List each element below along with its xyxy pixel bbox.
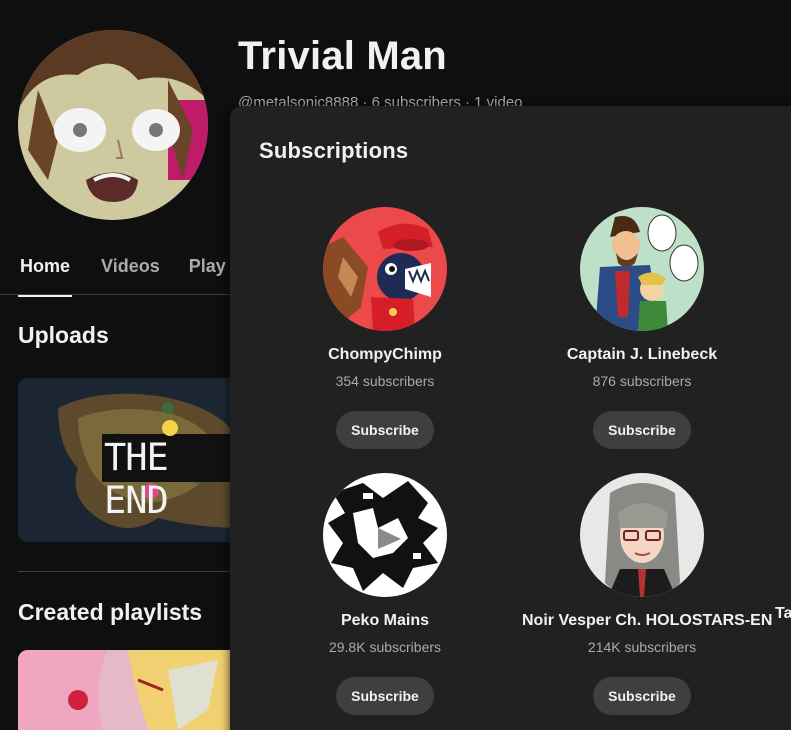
noir-vesper-avatar-image: [580, 473, 704, 597]
subscriptions-title: Subscriptions: [259, 138, 409, 163]
subscriber-count: 214K subscribers: [587, 639, 697, 655]
subscribe-button[interactable]: Subscribe: [593, 677, 691, 715]
subscriber-count: 29.8K subscribers: [328, 639, 442, 655]
channel-avatar-peko-mains[interactable]: [323, 473, 447, 597]
channel-avatar[interactable]: [18, 30, 208, 220]
tab-home[interactable]: Home: [18, 256, 73, 297]
channel-name[interactable]: Captain J. Linebeck: [522, 346, 762, 364]
peko-mains-avatar-image: [323, 473, 447, 597]
subscription-card: Captain J. Linebeck 876 subscribers Subs…: [522, 207, 762, 449]
channel-avatar-image: [18, 30, 208, 220]
upload-thumbnail-caption: THE END: [104, 436, 169, 522]
upload-video-thumbnail[interactable]: THE END: [18, 378, 243, 542]
channel-avatar-noir-vesper[interactable]: [580, 473, 704, 597]
channel-name[interactable]: Peko Mains: [265, 612, 505, 630]
tab-playlists[interactable]: Play: [189, 256, 226, 297]
tabs-divider: [0, 294, 240, 295]
subscription-card: Peko Mains 29.8K subscribers Subscribe: [265, 473, 505, 715]
created-playlists-heading: Created playlists: [18, 599, 203, 625]
channel-avatar-captain-linebeck[interactable]: [580, 207, 704, 331]
uploads-heading: Uploads: [18, 322, 109, 348]
subscribe-button[interactable]: Subscribe: [593, 411, 691, 449]
channel-avatar-chompychimp[interactable]: [323, 207, 447, 331]
subscription-card: ChompyChimp 354 subscribers Subscribe: [265, 207, 505, 449]
channel-tabs: Home Videos Play: [18, 256, 226, 297]
subscribe-button[interactable]: Subscribe: [336, 411, 434, 449]
subscribe-button[interactable]: Subscribe: [336, 677, 434, 715]
channel-title: Trivial Man: [238, 34, 447, 78]
linebeck-avatar-image: [580, 207, 704, 331]
playlist-thumbnail[interactable]: [18, 650, 243, 730]
chompychimp-avatar-image: [323, 207, 447, 331]
channel-name[interactable]: Noir Vesper Ch. HOLOSTARS-EN: [522, 612, 772, 630]
subscription-card: Noir Vesper Ch. HOLOSTARS-EN 214K subscr…: [522, 473, 772, 715]
subscriber-count: 876 subscribers: [592, 373, 692, 389]
section-divider: [18, 571, 240, 572]
channel-name[interactable]: ChompyChimp: [265, 346, 505, 364]
subscriptions-panel: Subscriptions ChompyChimp 354 subscriber…: [230, 106, 791, 730]
tab-videos[interactable]: Videos: [101, 256, 160, 297]
channel-page: Trivial Man @metalsonic8888 · 6 subscrib…: [0, 0, 791, 730]
playlist-thumbnail-image: [18, 650, 243, 730]
channel-name-cutoff[interactable]: Ta: [775, 605, 791, 623]
subscriber-count: 354 subscribers: [335, 373, 435, 389]
